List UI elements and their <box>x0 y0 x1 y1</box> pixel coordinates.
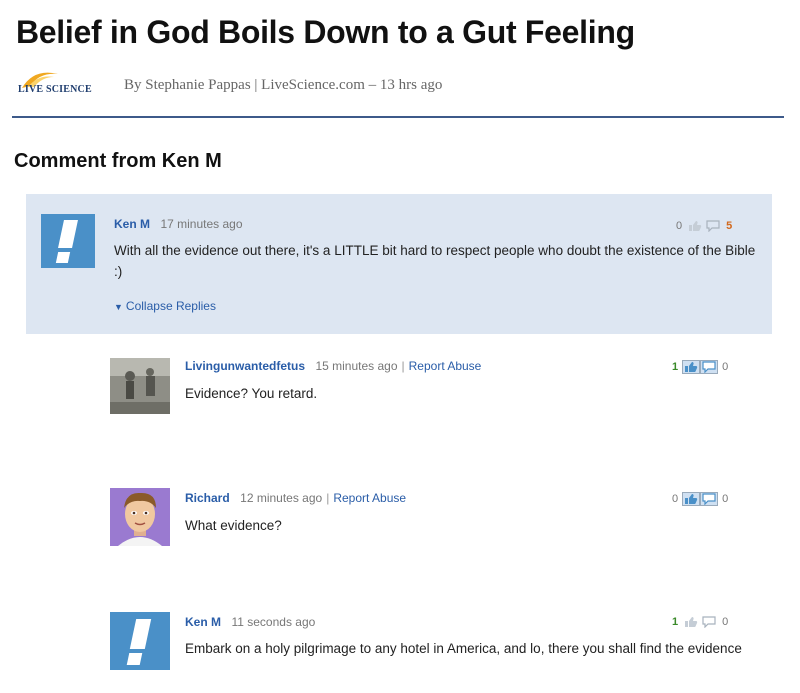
collapse-label: Collapse Replies <box>125 299 216 313</box>
thumbs-up-icon[interactable] <box>682 615 700 629</box>
livescience-logo[interactable]: LIVE SCIENCE <box>14 68 114 102</box>
vote-controls: 1 0 <box>672 615 728 629</box>
divider <box>12 116 784 118</box>
comment-text: Embark on a holy pilgrimage to any hotel… <box>185 641 742 656</box>
comment-header: Ken M 17 minutes ago <box>114 215 243 233</box>
comment-text: Evidence? You retard. <box>185 386 318 401</box>
comment-header: Richard 12 minutes ago | Report Abuse <box>185 489 406 507</box>
exclamation-avatar-icon[interactable] <box>41 214 95 268</box>
comment-time: 11 seconds ago <box>231 615 316 629</box>
separator: | <box>401 359 405 373</box>
thumbs-up-icon[interactable] <box>682 360 701 374</box>
triangle-down-icon: ▼ <box>114 302 123 312</box>
thumbs-down-icon[interactable] <box>700 360 719 374</box>
down-vote-count: 0 <box>722 493 729 505</box>
down-vote-count: 0 <box>722 616 729 628</box>
comment-header: Ken M 11 seconds ago <box>185 613 315 631</box>
article-headline[interactable]: Belief in God Boils Down to a Gut Feelin… <box>16 14 635 51</box>
comment-text: With all the evidence out there, it's a … <box>114 243 756 279</box>
comment-header: Livingunwantedfetus 15 minutes ago | Repor… <box>185 357 481 375</box>
report-abuse-link[interactable]: Report Abuse <box>409 359 482 373</box>
comment-author[interactable]: Ken M <box>185 615 221 629</box>
up-vote-count: 0 <box>672 493 679 505</box>
comment-author[interactable]: Richard <box>185 491 230 505</box>
down-vote-count: 5 <box>726 220 733 232</box>
thumbs-down-icon[interactable] <box>700 492 719 506</box>
comment-text: What evidence? <box>185 518 282 533</box>
comment-time: 17 minutes ago <box>160 217 243 231</box>
byline-row: LIVE SCIENCE By Stephanie Pappas | LiveS… <box>14 68 442 102</box>
thumbs-down-icon[interactable] <box>700 615 718 629</box>
up-vote-count: 1 <box>672 616 679 628</box>
thumbs-down-icon[interactable] <box>704 219 722 233</box>
vote-controls: 0 5 <box>676 219 732 233</box>
byline: By Stephanie Pappas | LiveScience.com – … <box>124 76 443 93</box>
vote-controls: 1 0 <box>672 360 728 374</box>
down-vote-count: 0 <box>722 361 729 373</box>
separator: | <box>326 491 330 505</box>
up-vote-count: 0 <box>676 220 683 232</box>
comment-time: 15 minutes ago <box>315 359 398 373</box>
top-comment: Ken M 17 minutes ago 0 5 With all the ev… <box>26 194 772 334</box>
comment-author[interactable]: Livingunwantedfetus <box>185 359 305 373</box>
comment-time: 12 minutes ago <box>240 491 323 505</box>
logo-text: LIVE SCIENCE <box>18 84 92 95</box>
comment-author[interactable]: Ken M <box>114 217 150 231</box>
report-abuse-link[interactable]: Report Abuse <box>333 491 406 505</box>
avatar[interactable] <box>110 358 170 414</box>
avatar[interactable] <box>110 488 170 546</box>
collapse-replies-link[interactable]: ▼ Collapse Replies <box>114 299 216 313</box>
thumbs-up-icon[interactable] <box>686 219 704 233</box>
thumbs-up-icon[interactable] <box>682 492 701 506</box>
section-title: Comment from Ken M <box>14 150 222 172</box>
exclamation-avatar-icon[interactable] <box>110 612 170 670</box>
vote-controls: 0 0 <box>672 492 728 506</box>
up-vote-count: 1 <box>672 361 679 373</box>
